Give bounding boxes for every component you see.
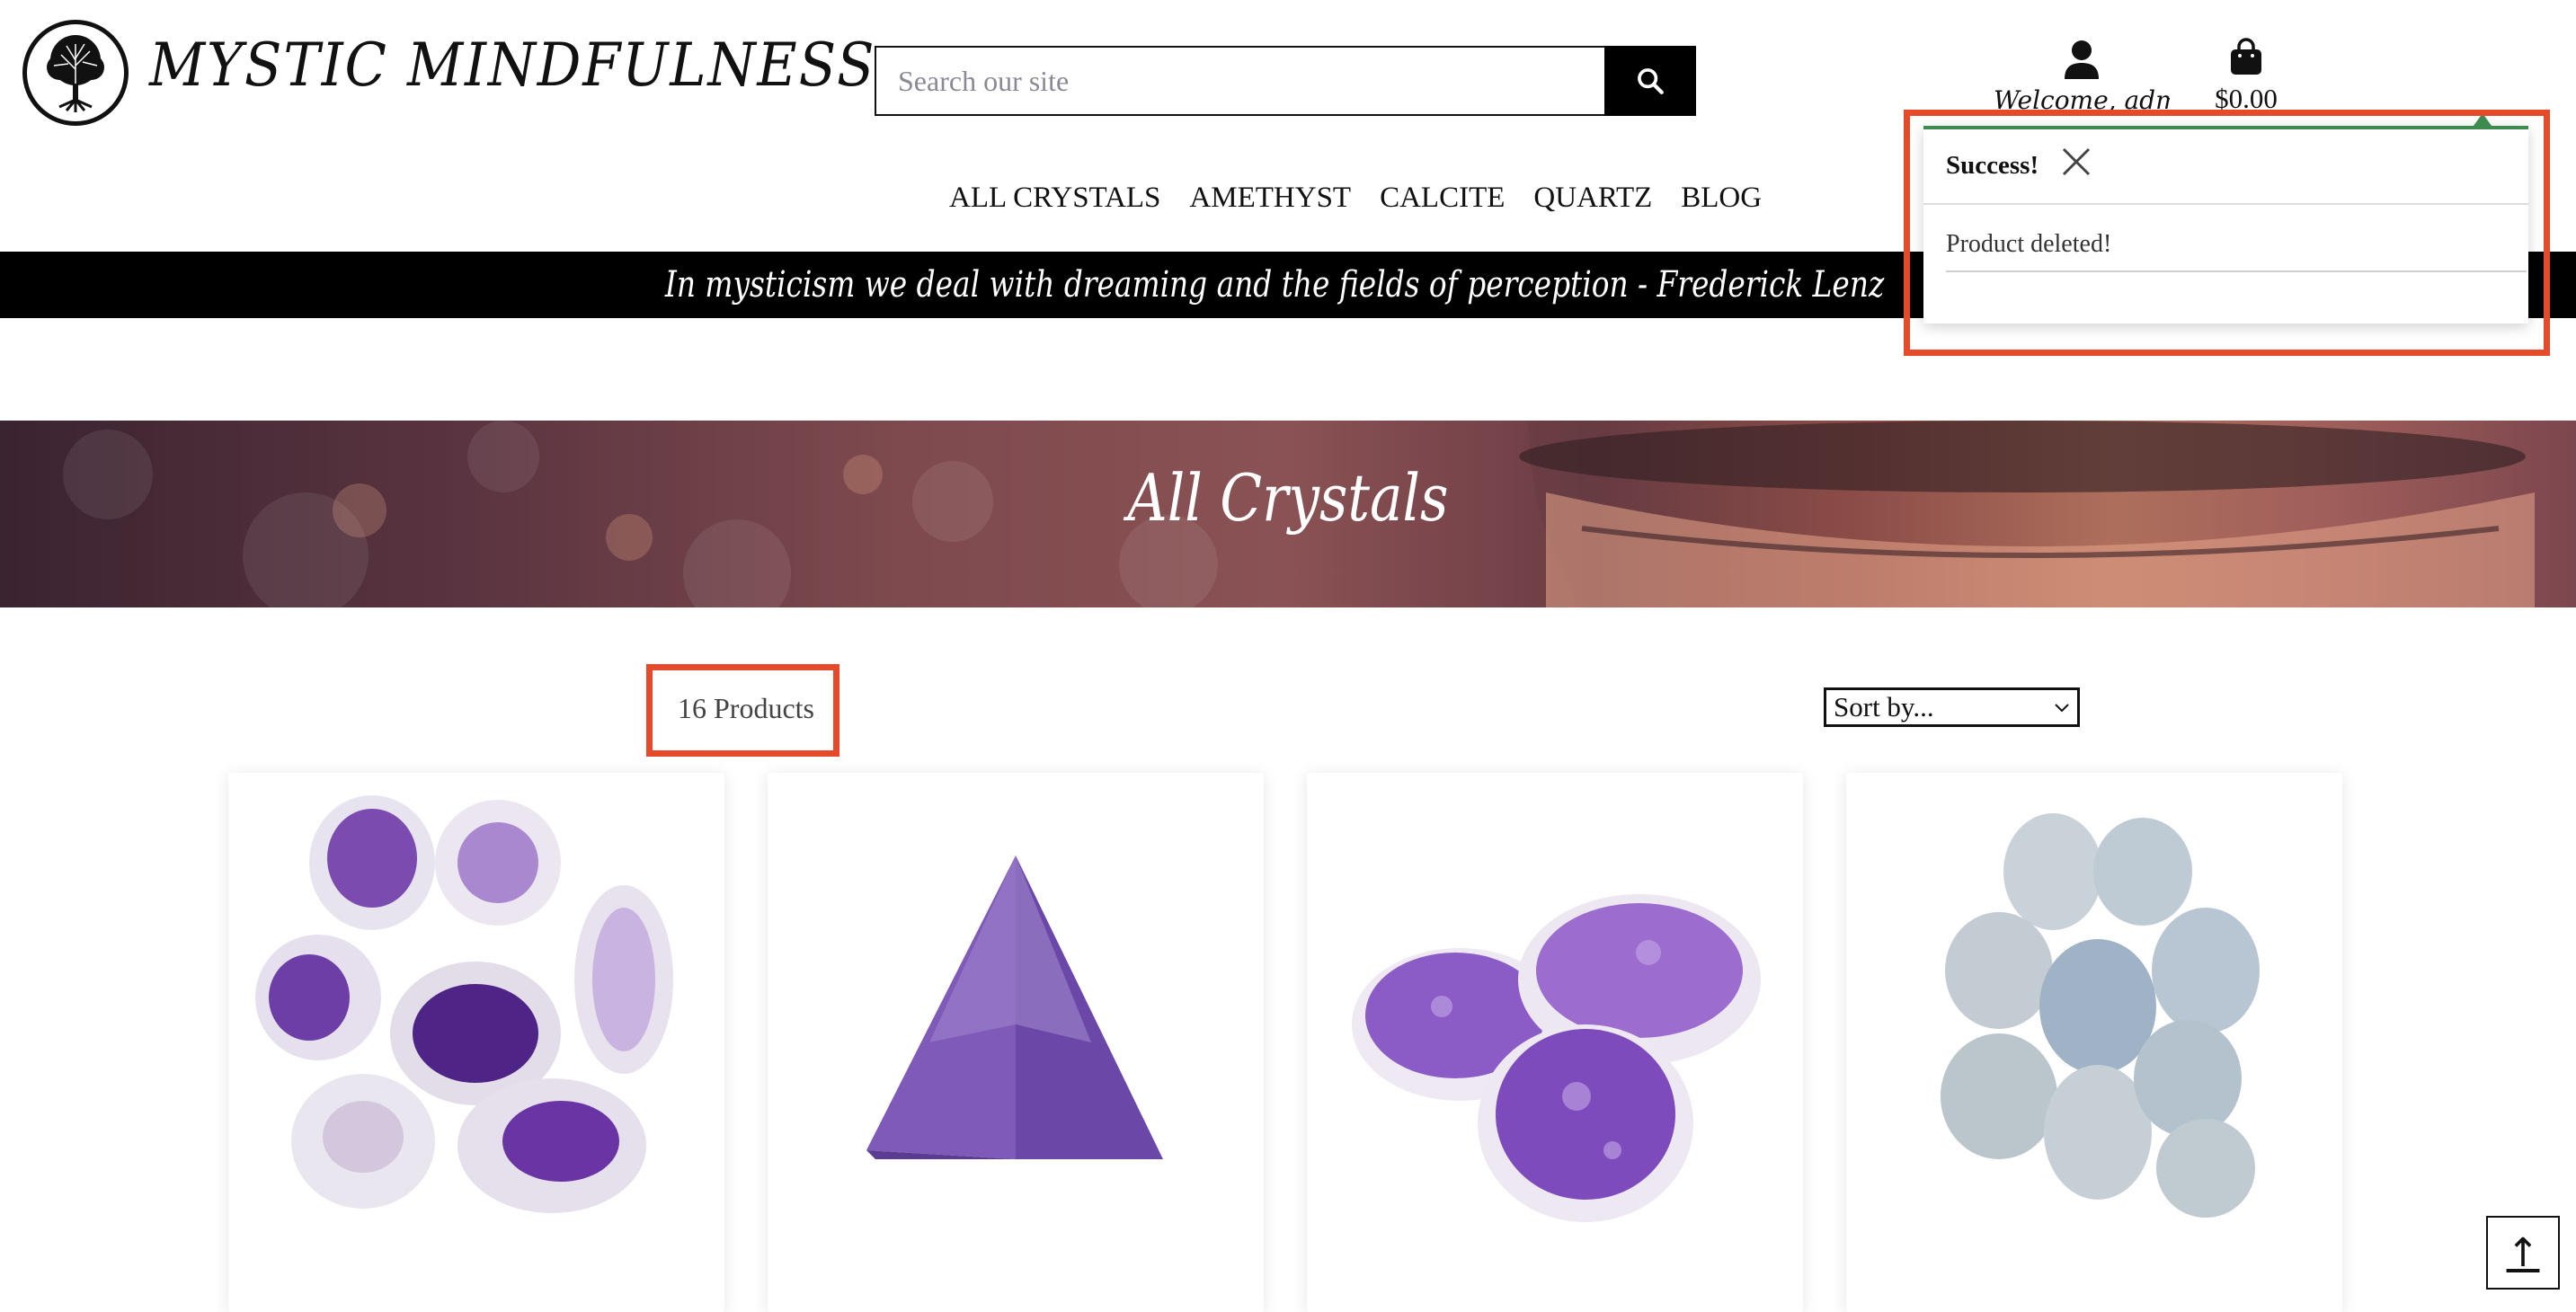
sort-select-value: Sort by...: [1834, 691, 1934, 722]
product-count: 16 Products: [678, 692, 814, 724]
brand-name[interactable]: MYSTIC MINDFULNESS: [149, 31, 875, 100]
main-nav: ALL CRYSTALS AMETHYST CALCITE QUARTZ BLO…: [949, 182, 1762, 215]
search-icon: [1638, 68, 1664, 94]
product-card[interactable]: [768, 773, 1264, 1312]
shopping-bag-icon: [2231, 38, 2261, 75]
arrow-up-icon: ↑: [2506, 1229, 2540, 1276]
search-button[interactable]: [1604, 46, 1696, 116]
nav-calcite[interactable]: CALCITE: [1380, 182, 1505, 215]
page-title: All Crystals: [0, 460, 2576, 536]
account-button[interactable]: [2063, 40, 2101, 81]
sort-select[interactable]: Sort by...: [1824, 687, 2080, 727]
nav-all-crystals[interactable]: ALL CRYSTALS: [949, 182, 1160, 215]
search-input[interactable]: [875, 46, 1604, 116]
product-card[interactable]: [1846, 773, 2342, 1312]
bag-button[interactable]: [2228, 38, 2264, 75]
toast-highlight: [1904, 110, 2550, 356]
product-image: [255, 795, 673, 1213]
tree-of-life-icon: [47, 35, 104, 112]
quote-text: In mysticism we deal with dreaming and t…: [664, 264, 1885, 306]
nav-blog[interactable]: BLOG: [1681, 182, 1762, 215]
back-to-top-button[interactable]: ↑: [2486, 1216, 2560, 1290]
user-icon: [2065, 40, 2099, 79]
product-image: [1352, 894, 1761, 1222]
product-image: [1941, 813, 2260, 1218]
page-title-text: All Crystals: [1127, 460, 1449, 536]
product-card[interactable]: [1307, 773, 1803, 1312]
nav-amethyst[interactable]: AMETHYST: [1189, 182, 1351, 215]
chevron-down-icon: [2055, 704, 2069, 713]
nav-quartz[interactable]: QUARTZ: [1533, 182, 1652, 215]
product-card[interactable]: [228, 773, 724, 1312]
product-image: [866, 855, 1163, 1159]
search-bar: [875, 46, 1696, 116]
logo[interactable]: [22, 20, 129, 126]
account-label[interactable]: Welcome, admin: [1994, 85, 2170, 111]
